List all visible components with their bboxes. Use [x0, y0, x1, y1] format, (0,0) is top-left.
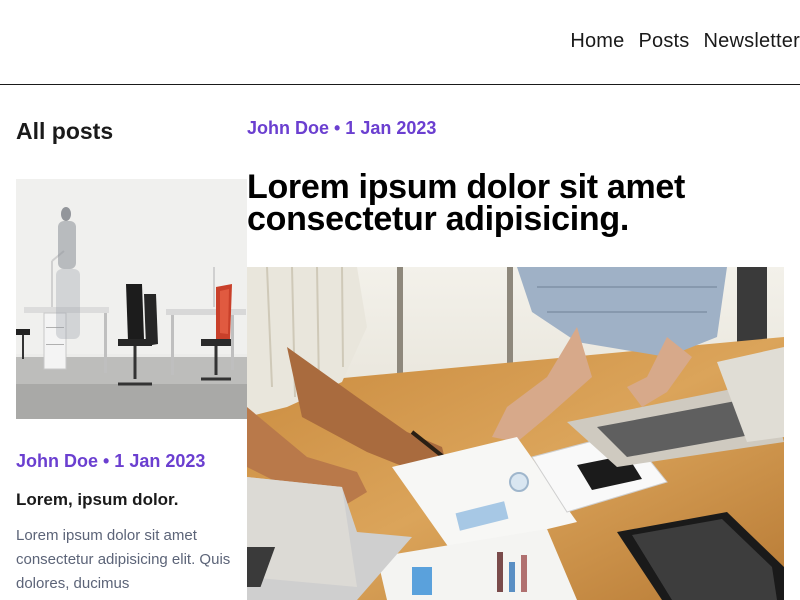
nav-home-link[interactable]: Home	[570, 30, 624, 53]
post-card[interactable]: John Doe • 1 Jan 2023 Lorem, ipsum dolor…	[16, 179, 247, 592]
sidebar-title: All posts	[16, 118, 114, 144]
main-nav: Home Posts Newsletter	[570, 30, 800, 53]
nav-newsletter-link[interactable]: Newsletter	[704, 30, 800, 53]
article-hero-image	[247, 267, 784, 600]
article-title: Lorem ipsum dolor sit amet consectetur a…	[247, 168, 686, 238]
post-title[interactable]: Lorem, ipsum dolor.	[16, 490, 178, 510]
nav-posts-link[interactable]: Posts	[638, 30, 689, 53]
post-thumbnail-image[interactable]	[16, 179, 247, 419]
post-meta: John Doe • 1 Jan 2023	[16, 451, 206, 471]
article-meta: John Doe • 1 Jan 2023	[247, 118, 437, 138]
site-header: Home Posts Newsletter	[0, 0, 800, 85]
post-excerpt: Lorem ipsum dolor sit amet consectetur a…	[16, 527, 231, 592]
